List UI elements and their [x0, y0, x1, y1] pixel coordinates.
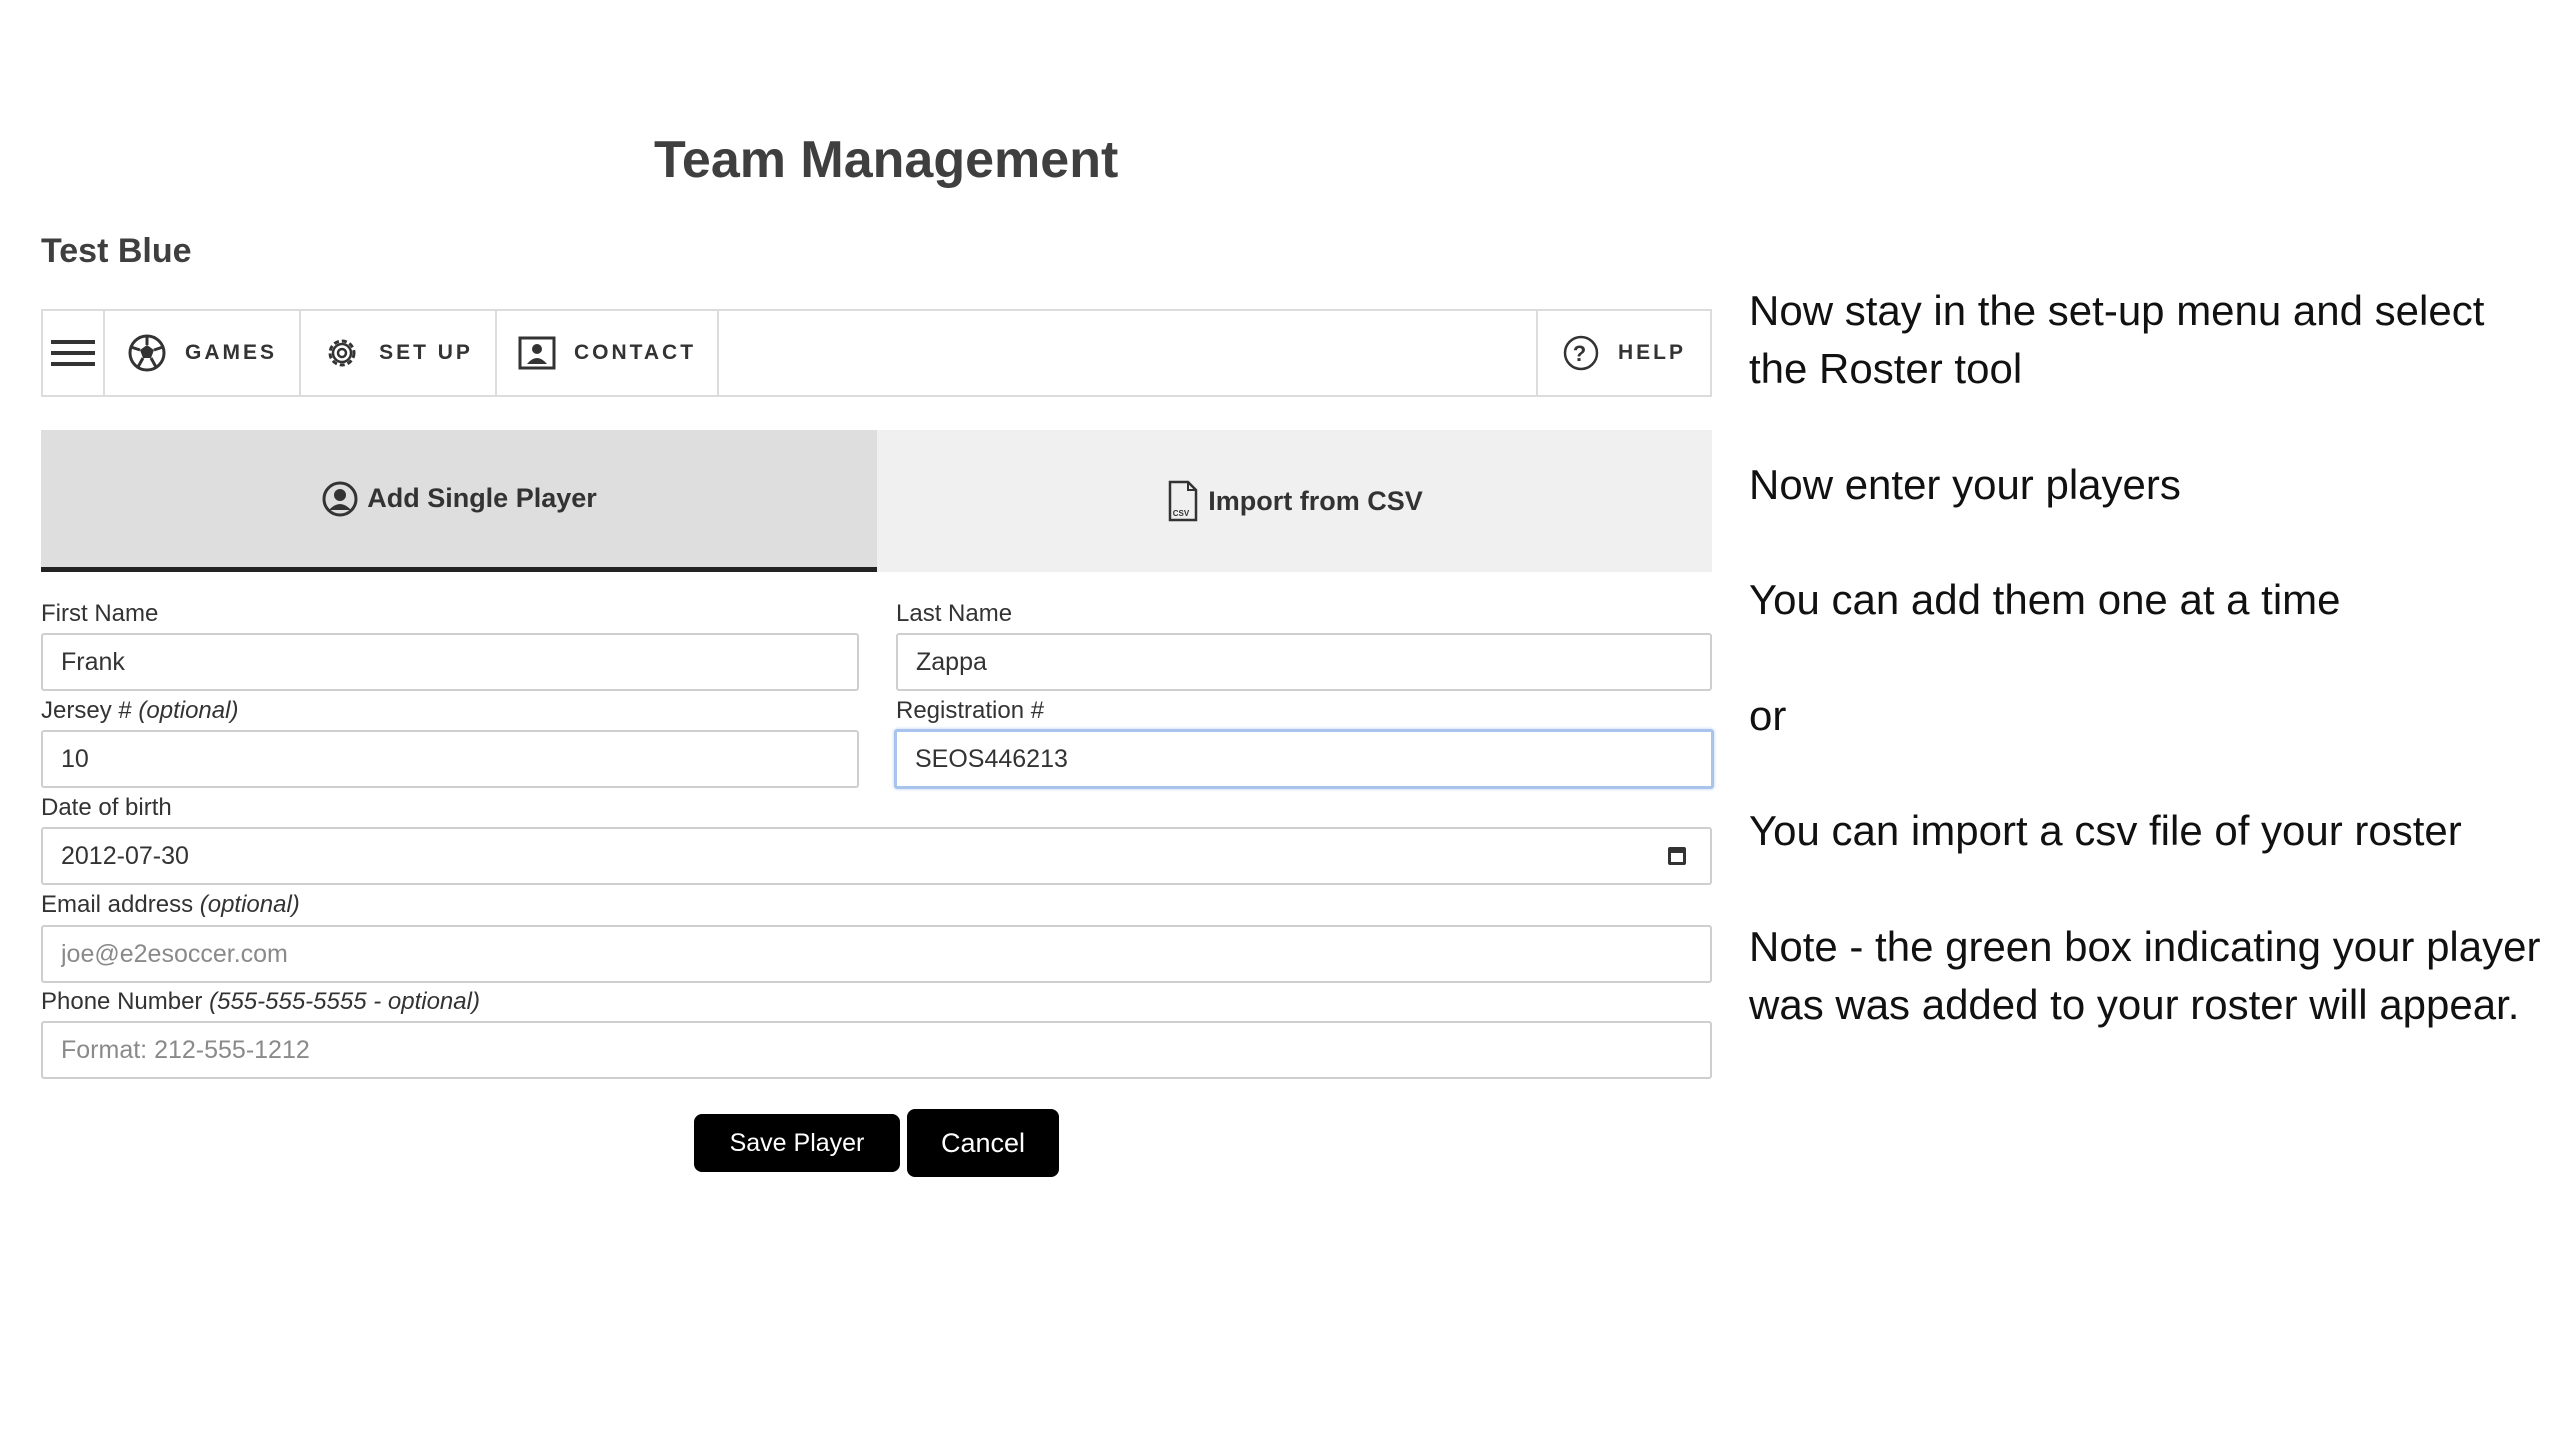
svg-text:?: ? — [1573, 341, 1589, 366]
phone-label-text: Phone Number — [41, 988, 203, 1015]
annotation-enter-players: Now enter your players — [1749, 461, 2181, 508]
help-label: HELP — [1617, 341, 1686, 364]
soccer-ball-icon — [128, 334, 166, 372]
tab-import-csv[interactable]: CSV Import from CSV — [877, 430, 1712, 572]
email-label-text: Email address — [41, 891, 194, 918]
gear-icon — [328, 339, 356, 367]
cancel-button[interactable]: Cancel — [907, 1109, 1059, 1177]
menu-button[interactable] — [43, 311, 105, 395]
last-name-field[interactable] — [896, 633, 1712, 691]
registration-label: Registration # — [896, 697, 1045, 724]
team-name: Test Blue — [41, 232, 192, 270]
setup-button[interactable]: SET UP — [301, 311, 497, 395]
user-circle-icon — [322, 481, 358, 516]
games-label: GAMES — [184, 341, 277, 364]
jersey-label-text: Jersey # — [41, 697, 132, 724]
jersey-optional-note: (optional) — [138, 697, 239, 724]
first-name-label: First Name — [41, 600, 159, 627]
annotation-green-box-note: Note - the green box indicating your pla… — [1749, 923, 2541, 1028]
jersey-number-field[interactable] — [41, 730, 859, 788]
page-title: Team Management — [654, 131, 1119, 189]
first-name-field[interactable] — [41, 633, 859, 691]
csv-icon-text: CSV — [1173, 509, 1190, 518]
registration-number-field[interactable] — [894, 729, 1714, 789]
tab-add-single-player[interactable]: Add Single Player — [41, 430, 877, 572]
save-player-button[interactable]: Save Player — [694, 1114, 900, 1172]
help-button[interactable]: ? HELP — [1536, 311, 1710, 395]
dob-field[interactable] — [41, 827, 1712, 885]
main-toolbar: GAMES SET UP CONTACT ? HELP — [41, 309, 1712, 397]
csv-file-icon: CSV — [1168, 480, 1198, 522]
tab-import-csv-label: Import from CSV — [1208, 485, 1423, 516]
email-label: Email address (optional) — [41, 891, 300, 919]
email-optional-note: (optional) — [199, 891, 300, 918]
dob-label: Date of birth — [41, 794, 172, 821]
annotation-one-at-a-time: You can add them one at a time — [1749, 576, 2341, 623]
annotation-roster-tool: Now stay in the set-up menu and select t… — [1749, 287, 2485, 392]
phone-label: Phone Number (555-555-5555 - optional) — [41, 988, 480, 1016]
menu-icon — [51, 340, 95, 366]
email-field[interactable] — [41, 925, 1712, 983]
tab-add-single-player-label: Add Single Player — [367, 483, 597, 513]
help-circle-icon: ? — [1563, 335, 1599, 371]
last-name-label: Last Name — [896, 600, 1013, 627]
annotation-import-csv: You can import a csv file of your roster — [1749, 807, 2462, 854]
phone-field[interactable] — [41, 1021, 1712, 1079]
calendar-icon[interactable] — [1668, 847, 1686, 865]
contact-card-icon — [518, 336, 556, 370]
contact-button[interactable]: CONTACT — [497, 311, 719, 395]
annotation-or: or — [1749, 692, 1787, 739]
phone-optional-note: (555-555-5555 - optional) — [209, 988, 480, 1015]
setup-label: SET UP — [379, 341, 473, 364]
jersey-label: Jersey # (optional) — [41, 697, 238, 725]
games-button[interactable]: GAMES — [105, 311, 301, 395]
contact-label: CONTACT — [573, 341, 697, 364]
